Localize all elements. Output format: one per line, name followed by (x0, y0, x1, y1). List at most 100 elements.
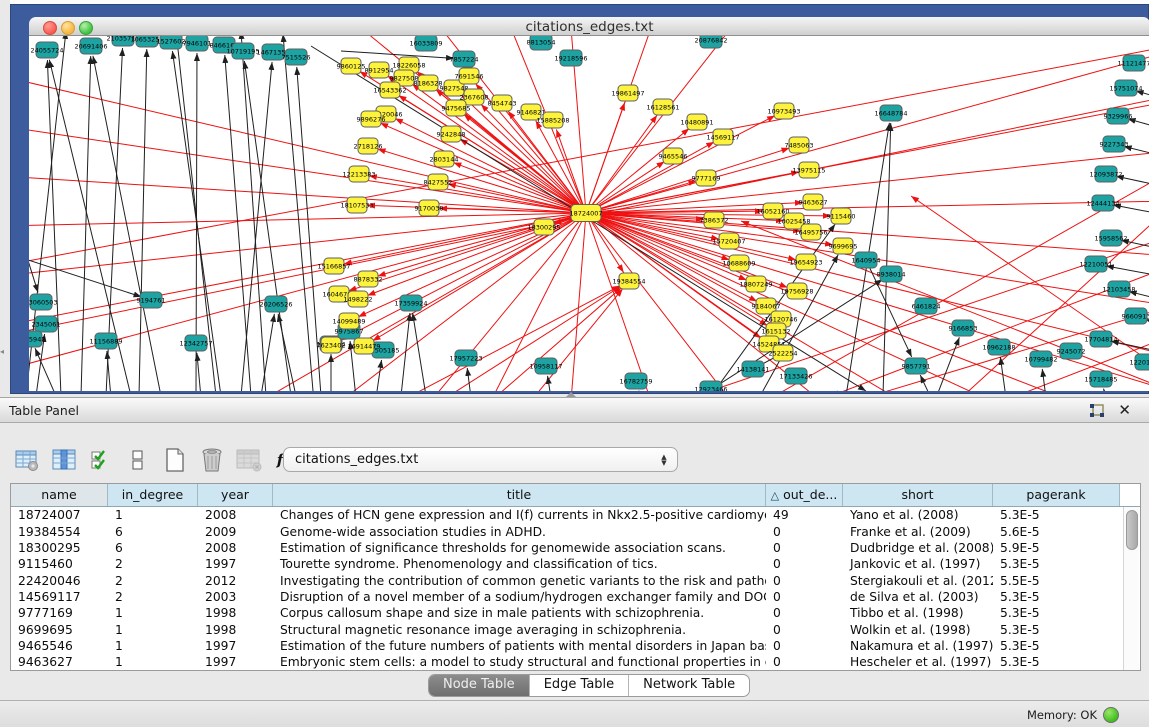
table-cell[interactable]: Wolkin et al. (1998) (843, 623, 993, 637)
table-cell[interactable]: Estimation of the future numbers of pati… (273, 639, 766, 653)
network-node[interactable]: 1527602 (157, 36, 186, 49)
table-cell[interactable]: 2 (108, 574, 198, 588)
table-row[interactable]: 2242004622012Investigating the contribut… (11, 572, 1140, 588)
memory-status-indicator[interactable] (1103, 707, 1119, 723)
network-node[interactable]: 9860125 (337, 58, 366, 74)
network-node[interactable]: 9857791 (902, 358, 931, 374)
network-node[interactable]: 9465546 (659, 148, 688, 164)
network-node[interactable]: 11121477 (1117, 55, 1149, 71)
network-node[interactable]: 10480891 (680, 114, 713, 130)
network-edge[interactable] (29, 126, 586, 213)
network-edge[interactable] (536, 121, 586, 213)
network-node[interactable]: 1640954 (852, 252, 881, 268)
network-edge[interactable] (241, 36, 266, 391)
vertical-scrollbar[interactable] (1123, 507, 1139, 670)
network-edge[interactable] (491, 288, 621, 391)
table-cell[interactable]: 0 (766, 590, 843, 604)
show-hide-columns-icon[interactable] (88, 447, 114, 473)
network-edge[interactable] (1042, 369, 1046, 391)
network-node[interactable]: 1498222 (344, 291, 373, 307)
table-row[interactable]: 977716911998Corpus callosum shape and si… (11, 605, 1140, 621)
table-cell[interactable]: 9465546 (11, 639, 108, 653)
table-cell[interactable]: 0 (766, 557, 843, 571)
table-cell[interactable]: Embryonic stem cells: a model to study s… (273, 655, 766, 669)
network-node[interactable]: 8454743 (488, 95, 517, 111)
network-node[interactable]: 8878332 (354, 271, 383, 287)
network-node[interactable]: 8186328 (414, 75, 443, 91)
table-cell[interactable]: Jankovic et al. (1997) (843, 557, 993, 571)
table-cell[interactable]: 2003 (198, 590, 273, 604)
table-cell[interactable]: 1 (108, 606, 198, 620)
table-cell[interactable]: 1 (108, 623, 198, 637)
network-node[interactable]: 10688609 (722, 255, 755, 271)
column-header-out_de[interactable]: △ out_de... (766, 484, 843, 506)
table-cell[interactable]: 2012 (198, 574, 273, 588)
network-canvas[interactable]: 2405572420691406210357171065325715276027… (29, 36, 1149, 391)
network-edge[interactable] (431, 213, 586, 391)
network-edge[interactable] (29, 206, 38, 292)
table-cell[interactable]: 1997 (198, 639, 273, 653)
table-cell[interactable]: 1998 (198, 606, 273, 620)
table-cell[interactable]: Structural magnetic resonance image aver… (273, 623, 766, 637)
network-edge[interactable] (401, 313, 410, 391)
table-cell[interactable]: 19384554 (11, 525, 108, 539)
network-edge[interactable] (586, 213, 1149, 356)
network-node[interactable]: 7485063 (785, 137, 814, 153)
table-cell[interactable]: 2008 (198, 541, 273, 555)
network-node[interactable]: 7623402 (317, 337, 346, 353)
network-node[interactable]: 16128561 (646, 99, 679, 115)
table-cell[interactable]: 5.3E-5 (993, 655, 1120, 669)
network-node[interactable]: 16782759 (619, 373, 652, 389)
table-cell[interactable]: 2008 (198, 508, 273, 522)
table-cell[interactable]: 9115460 (11, 557, 108, 571)
network-node[interactable]: 24055724 (30, 42, 63, 58)
row-height-icon[interactable] (125, 447, 151, 473)
network-edge[interactable] (936, 337, 959, 391)
table-cell[interactable]: Tourette syndrome. Phenomenology and cla… (273, 557, 766, 571)
table-row[interactable]: 946554611997Estimation of the future num… (11, 638, 1140, 654)
table-cell[interactable]: 1 (108, 508, 198, 522)
network-node[interactable]: 20206526 (259, 296, 292, 312)
network-edge[interactable] (586, 128, 689, 213)
table-row[interactable]: 911546021997Tourette syndrome. Phenomeno… (11, 556, 1140, 572)
table-cell[interactable]: 0 (766, 655, 843, 669)
tab-network-table[interactable]: Network Table (629, 675, 749, 696)
network-node[interactable]: 2345061 (32, 316, 61, 332)
table-cell[interactable]: 5.3E-5 (993, 623, 1120, 637)
network-node[interactable]: 9170038 (415, 200, 444, 216)
network-node[interactable]: 17133426 (779, 368, 812, 384)
network-edge[interactable] (1104, 389, 1106, 391)
table-cell[interactable]: 2009 (198, 525, 273, 539)
network-node[interactable]: 7857224 (450, 51, 479, 67)
network-node[interactable]: 9329966 (1104, 108, 1133, 124)
network-node[interactable]: 12103458 (1102, 281, 1135, 297)
table-cell[interactable]: 18724007 (11, 508, 108, 522)
network-node[interactable]: 23060503 (29, 294, 58, 310)
table-settings-icon[interactable] (14, 447, 40, 473)
network-edge[interactable] (531, 289, 623, 391)
network-node[interactable]: 16033809 (409, 36, 442, 51)
table-cell[interactable]: 5.3E-5 (993, 606, 1120, 620)
table-cell[interactable]: 9463627 (11, 655, 108, 669)
network-node[interactable]: 13975115 (792, 162, 825, 178)
network-node[interactable]: 8427552 (424, 174, 453, 190)
table-cell[interactable]: 0 (766, 541, 843, 555)
table-cell[interactable]: 6 (108, 525, 198, 539)
network-node[interactable]: 9699695 (829, 238, 858, 254)
network-node[interactable]: 9475685 (442, 100, 471, 116)
table-cell[interactable]: 0 (766, 623, 843, 637)
table-cell[interactable]: 5.9E-5 (993, 541, 1120, 555)
network-edge[interactable] (467, 368, 471, 391)
table-cell[interactable]: 5.6E-5 (993, 525, 1120, 539)
table-cell[interactable]: 5.3E-5 (993, 590, 1120, 604)
network-node[interactable]: 12093872 (1089, 166, 1122, 182)
scrollbar-thumb[interactable] (1126, 510, 1138, 550)
network-node[interactable]: 17957223 (449, 350, 482, 366)
network-node[interactable]: 16648784 (874, 105, 907, 121)
network-node[interactable]: 9777169 (692, 170, 721, 186)
network-node[interactable]: 15720407 (712, 233, 745, 249)
network-node[interactable]: 6461824 (912, 298, 941, 314)
table-cell[interactable]: 6 (108, 541, 198, 555)
network-edge[interactable] (883, 123, 891, 391)
table-cell[interactable]: Tibbo et al. (1998) (843, 606, 993, 620)
